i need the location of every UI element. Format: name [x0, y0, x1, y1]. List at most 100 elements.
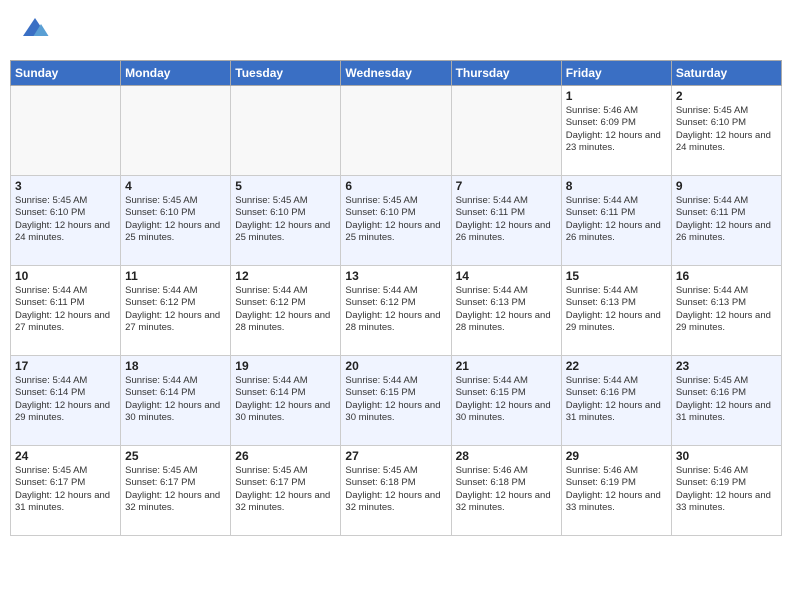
- day-info: Sunrise: 5:44 AMSunset: 6:13 PMDaylight:…: [456, 285, 557, 334]
- day-number: 18: [125, 359, 226, 373]
- day-number: 14: [456, 269, 557, 283]
- calendar-cell: 14 Sunrise: 5:44 AMSunset: 6:13 PMDayligh…: [451, 266, 561, 356]
- calendar-cell: 28 Sunrise: 5:46 AMSunset: 6:18 PMDayligh…: [451, 446, 561, 536]
- day-number: 30: [676, 449, 777, 463]
- calendar-week-3: 10 Sunrise: 5:44 AMSunset: 6:11 PMDayligh…: [11, 266, 782, 356]
- day-number: 4: [125, 179, 226, 193]
- day-info: Sunrise: 5:44 AMSunset: 6:11 PMDaylight:…: [456, 195, 557, 244]
- calendar-cell: 4 Sunrise: 5:45 AMSunset: 6:10 PMDaylight…: [121, 176, 231, 266]
- weekday-header-friday: Friday: [561, 61, 671, 86]
- day-info: Sunrise: 5:44 AMSunset: 6:11 PMDaylight:…: [566, 195, 667, 244]
- day-number: 26: [235, 449, 336, 463]
- day-info: Sunrise: 5:44 AMSunset: 6:13 PMDaylight:…: [676, 285, 777, 334]
- calendar-cell: 12 Sunrise: 5:44 AMSunset: 6:12 PMDayligh…: [231, 266, 341, 356]
- day-number: 23: [676, 359, 777, 373]
- calendar-cell: 25Sunrise: 5:45 AMSunset: 6:17 PMDayligh…: [121, 446, 231, 536]
- day-number: 6: [345, 179, 446, 193]
- day-number: 10: [15, 269, 116, 283]
- calendar-cell: 20 Sunrise: 5:44 AMSunset: 6:15 PMDayligh…: [341, 356, 451, 446]
- day-number: 16: [676, 269, 777, 283]
- calendar-cell: 7 Sunrise: 5:44 AMSunset: 6:11 PMDaylight…: [451, 176, 561, 266]
- day-info: Sunrise: 5:46 AMSunset: 6:19 PMDaylight:…: [676, 465, 777, 514]
- calendar-cell: 10 Sunrise: 5:44 AMSunset: 6:11 PMDayligh…: [11, 266, 121, 356]
- day-number: 15: [566, 269, 667, 283]
- day-info: Sunrise: 5:44 AMSunset: 6:13 PMDaylight:…: [566, 285, 667, 334]
- day-info: Sunrise: 5:44 AMSunset: 6:16 PMDaylight:…: [566, 375, 667, 424]
- day-info: Sunrise: 5:44 AMSunset: 6:15 PMDaylight:…: [345, 375, 446, 424]
- day-info: Sunrise: 5:44 AMSunset: 6:14 PMDaylight:…: [125, 375, 226, 424]
- calendar-cell: [231, 86, 341, 176]
- calendar-cell: 21 Sunrise: 5:44 AMSunset: 6:15 PMDayligh…: [451, 356, 561, 446]
- calendar-cell: 18 Sunrise: 5:44 AMSunset: 6:14 PMDayligh…: [121, 356, 231, 446]
- day-info: Sunrise: 5:44 AMSunset: 6:14 PMDaylight:…: [235, 375, 336, 424]
- day-number: 1: [566, 89, 667, 103]
- calendar-cell: [121, 86, 231, 176]
- calendar-header-row: SundayMondayTuesdayWednesdayThursdayFrid…: [11, 61, 782, 86]
- logo-icon: [20, 15, 50, 45]
- weekday-header-tuesday: Tuesday: [231, 61, 341, 86]
- day-number: 12: [235, 269, 336, 283]
- calendar-cell: 3Sunrise: 5:45 AMSunset: 6:10 PMDaylight…: [11, 176, 121, 266]
- day-number: 27: [345, 449, 446, 463]
- calendar-week-2: 3Sunrise: 5:45 AMSunset: 6:10 PMDaylight…: [11, 176, 782, 266]
- weekday-header-wednesday: Wednesday: [341, 61, 451, 86]
- calendar-cell: 9 Sunrise: 5:44 AMSunset: 6:11 PMDaylight…: [671, 176, 781, 266]
- day-info: Sunrise: 5:45 AMSunset: 6:17 PMDaylight:…: [235, 465, 336, 514]
- page-header: [10, 10, 782, 50]
- day-number: 21: [456, 359, 557, 373]
- calendar-week-4: 17 Sunrise: 5:44 AMSunset: 6:14 PMDayligh…: [11, 356, 782, 446]
- day-info: Sunrise: 5:44 AMSunset: 6:12 PMDaylight:…: [125, 285, 226, 334]
- day-info: Sunrise: 5:45 AMSunset: 6:16 PMDaylight:…: [676, 375, 777, 424]
- logo: [20, 15, 54, 45]
- day-info: Sunrise: 5:44 AMSunset: 6:11 PMDaylight:…: [676, 195, 777, 244]
- calendar-table: SundayMondayTuesdayWednesdayThursdayFrid…: [10, 60, 782, 536]
- day-info: Sunrise: 5:45 AMSunset: 6:10 PMDaylight:…: [125, 195, 226, 244]
- day-number: 24: [15, 449, 116, 463]
- day-info: Sunrise: 5:44 AMSunset: 6:15 PMDaylight:…: [456, 375, 557, 424]
- calendar-cell: 1 Sunrise: 5:46 AMSunset: 6:09 PMDaylight…: [561, 86, 671, 176]
- weekday-header-sunday: Sunday: [11, 61, 121, 86]
- calendar-cell: 30 Sunrise: 5:46 AMSunset: 6:19 PMDayligh…: [671, 446, 781, 536]
- calendar-cell: 11Sunrise: 5:44 AMSunset: 6:12 PMDayligh…: [121, 266, 231, 356]
- calendar-cell: [341, 86, 451, 176]
- day-number: 20: [345, 359, 446, 373]
- day-info: Sunrise: 5:44 AMSunset: 6:12 PMDaylight:…: [345, 285, 446, 334]
- day-info: Sunrise: 5:45 AMSunset: 6:10 PMDaylight:…: [345, 195, 446, 244]
- day-number: 2: [676, 89, 777, 103]
- day-number: 28: [456, 449, 557, 463]
- day-number: 13: [345, 269, 446, 283]
- day-number: 22: [566, 359, 667, 373]
- weekday-header-thursday: Thursday: [451, 61, 561, 86]
- day-info: Sunrise: 5:45 AMSunset: 6:10 PMDaylight:…: [15, 195, 116, 244]
- day-info: Sunrise: 5:45 AMSunset: 6:18 PMDaylight:…: [345, 465, 446, 514]
- day-info: Sunrise: 5:45 AMSunset: 6:10 PMDaylight:…: [676, 105, 777, 154]
- weekday-header-saturday: Saturday: [671, 61, 781, 86]
- day-info: Sunrise: 5:46 AMSunset: 6:19 PMDaylight:…: [566, 465, 667, 514]
- weekday-header-monday: Monday: [121, 61, 231, 86]
- calendar-cell: 2 Sunrise: 5:45 AMSunset: 6:10 PMDaylight…: [671, 86, 781, 176]
- day-number: 17: [15, 359, 116, 373]
- calendar-week-5: 24 Sunrise: 5:45 AMSunset: 6:17 PMDayligh…: [11, 446, 782, 536]
- calendar-cell: 24 Sunrise: 5:45 AMSunset: 6:17 PMDayligh…: [11, 446, 121, 536]
- calendar-cell: 22 Sunrise: 5:44 AMSunset: 6:16 PMDayligh…: [561, 356, 671, 446]
- calendar-cell: 5 Sunrise: 5:45 AMSunset: 6:10 PMDaylight…: [231, 176, 341, 266]
- day-number: 7: [456, 179, 557, 193]
- day-info: Sunrise: 5:45 AMSunset: 6:17 PMDaylight:…: [125, 465, 226, 514]
- day-info: Sunrise: 5:45 AMSunset: 6:10 PMDaylight:…: [235, 195, 336, 244]
- calendar-cell: [451, 86, 561, 176]
- day-number: 9: [676, 179, 777, 193]
- calendar-cell: 6 Sunrise: 5:45 AMSunset: 6:10 PMDaylight…: [341, 176, 451, 266]
- calendar-cell: 23 Sunrise: 5:45 AMSunset: 6:16 PMDayligh…: [671, 356, 781, 446]
- day-info: Sunrise: 5:44 AMSunset: 6:12 PMDaylight:…: [235, 285, 336, 334]
- day-number: 5: [235, 179, 336, 193]
- calendar-cell: 17Sunrise: 5:44 AMSunset: 6:14 PMDayligh…: [11, 356, 121, 446]
- day-info: Sunrise: 5:46 AMSunset: 6:09 PMDaylight:…: [566, 105, 667, 154]
- calendar-cell: 26 Sunrise: 5:45 AMSunset: 6:17 PMDayligh…: [231, 446, 341, 536]
- day-info: Sunrise: 5:44 AMSunset: 6:11 PMDaylight:…: [15, 285, 116, 334]
- day-info: Sunrise: 5:46 AMSunset: 6:18 PMDaylight:…: [456, 465, 557, 514]
- calendar-week-1: 1 Sunrise: 5:46 AMSunset: 6:09 PMDaylight…: [11, 86, 782, 176]
- calendar-cell: 29 Sunrise: 5:46 AMSunset: 6:19 PMDayligh…: [561, 446, 671, 536]
- calendar-cell: 15 Sunrise: 5:44 AMSunset: 6:13 PMDayligh…: [561, 266, 671, 356]
- day-number: 29: [566, 449, 667, 463]
- day-info: Sunrise: 5:45 AMSunset: 6:17 PMDaylight:…: [15, 465, 116, 514]
